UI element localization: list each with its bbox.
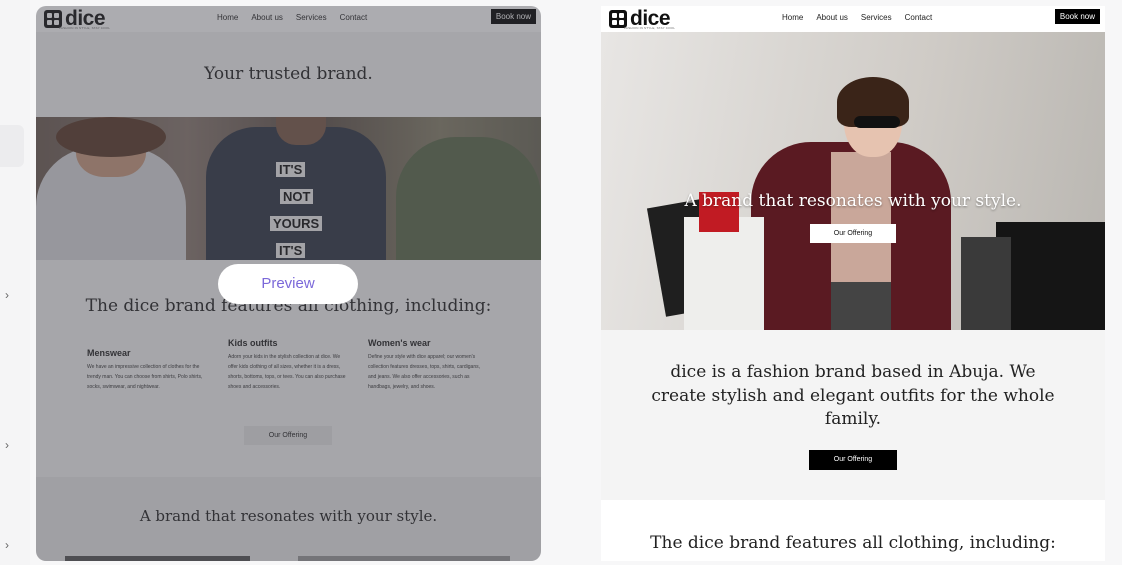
book-now-button[interactable]: Book now <box>1054 9 1100 24</box>
template-preview-card[interactable]: dice FASHION IN STYLE, STAY COOL Home Ab… <box>601 6 1105 561</box>
nav-about[interactable]: About us <box>816 13 848 22</box>
features-title: The dice brand features all clothing, in… <box>650 533 1056 553</box>
preview-button[interactable]: Preview <box>218 264 358 304</box>
chevron-right-icon[interactable]: › <box>5 289 15 301</box>
chevron-right-icon[interactable]: › <box>5 539 15 551</box>
left-gutter <box>0 0 30 565</box>
logo-tagline: FASHION IN STYLE, STAY COOL <box>624 26 676 30</box>
gutter-tab[interactable] <box>0 125 24 167</box>
site-nav: dice FASHION IN STYLE, STAY COOL Home Ab… <box>601 6 1105 32</box>
our-offering-button[interactable]: Our Offering <box>809 450 897 470</box>
about-text: dice is a fashion brand based in Abuja. … <box>651 362 1055 429</box>
nav-home[interactable]: Home <box>782 13 803 22</box>
nav-contact[interactable]: Contact <box>905 13 933 22</box>
template-preview-card[interactable]: dice FASHION IN STYLE, STAY COOL Home Ab… <box>36 6 541 561</box>
hero-photo: A brand that resonates with your style. … <box>601 32 1105 330</box>
nav-services[interactable]: Services <box>861 13 892 22</box>
chevron-right-icon[interactable]: › <box>5 439 15 451</box>
our-offering-button[interactable]: Our Offering <box>810 224 896 243</box>
about-section: dice is a fashion brand based in Abuja. … <box>601 330 1105 500</box>
hero-caption: A brand that resonates with your style. <box>684 191 1022 211</box>
